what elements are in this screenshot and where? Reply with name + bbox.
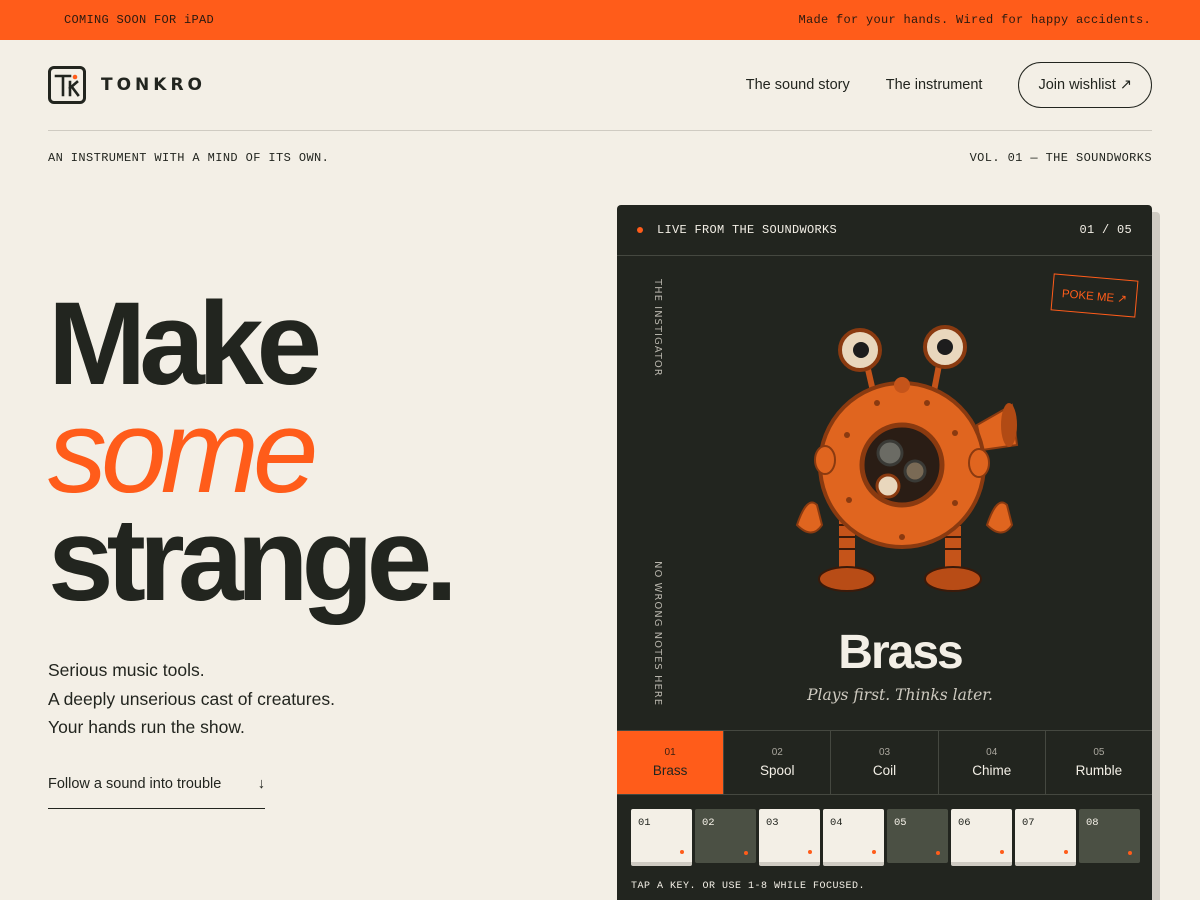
- key-06[interactable]: 06: [951, 809, 1012, 866]
- main-nav: The sound story The instrument Join wish…: [746, 62, 1152, 108]
- hero-sub-line: Serious music tools.: [48, 660, 205, 680]
- site-header: TONKRO The sound story The instrument Jo…: [48, 40, 1152, 131]
- creature-tab-spool[interactable]: 02 Spool: [724, 731, 832, 794]
- creature-panel: LIVE FROM THE SOUNDWORKS 01 / 05 THE INS…: [617, 205, 1152, 900]
- creature-tab-coil[interactable]: 03 Coil: [831, 731, 939, 794]
- tab-label: Coil: [872, 763, 897, 778]
- announcement-right: Made for your hands. Wired for happy acc…: [798, 13, 1151, 27]
- live-dot-icon: [637, 227, 643, 233]
- nav-sound-story[interactable]: The sound story: [746, 77, 850, 93]
- poke-me-button[interactable]: POKE ME ↗: [1050, 273, 1139, 318]
- tagline-left: AN INSTRUMENT WITH A MIND OF ITS OWN.: [48, 151, 330, 165]
- key-label: 06: [958, 817, 971, 829]
- hero-line-make: Make: [48, 278, 322, 410]
- follow-sound-label: Follow a sound into trouble: [48, 776, 222, 792]
- volume-label: VOL. 01 — THE SOUNDWORKS: [969, 151, 1152, 165]
- key-04[interactable]: 04: [823, 809, 884, 866]
- hero-line-strange: strange.: [48, 494, 458, 626]
- hero-heading: Make some strange.: [48, 278, 458, 626]
- tab-label: Chime: [972, 763, 1012, 778]
- poke-me-label: POKE ME ↗: [1061, 287, 1128, 306]
- tagline-row: AN INSTRUMENT WITH A MIND OF ITS OWN. VO…: [48, 151, 1152, 165]
- creature-tab-chime[interactable]: 04 Chime: [939, 731, 1046, 794]
- tab-number: 04: [986, 747, 998, 758]
- follow-sound-link[interactable]: Follow a sound into trouble ↓: [48, 776, 265, 809]
- creature-tab-brass[interactable]: 01 Brass: [617, 731, 725, 794]
- key-02[interactable]: 02: [695, 809, 756, 863]
- live-indicator: LIVE FROM THE SOUNDWORKS: [637, 223, 837, 237]
- brand-name: TONKRO: [101, 75, 206, 95]
- brand-link[interactable]: TONKRO: [48, 66, 206, 104]
- creature-name: Brass: [838, 626, 963, 679]
- key-dot-icon: [1064, 850, 1068, 854]
- tk-monogram-logo: [48, 66, 86, 104]
- live-label: LIVE FROM THE SOUNDWORKS: [657, 223, 838, 237]
- key-dot-icon: [808, 850, 812, 854]
- key-05[interactable]: 05: [887, 809, 948, 863]
- creature-tagline: Plays first. Thinks later.: [807, 686, 993, 704]
- key-dot-icon: [680, 850, 684, 854]
- tab-label: Brass: [652, 763, 688, 778]
- key-dot-icon: [1000, 850, 1004, 854]
- panel-header: LIVE FROM THE SOUNDWORKS 01 / 05: [617, 205, 1152, 256]
- creature-counter: 01 / 05: [1079, 223, 1132, 237]
- key-dot-icon: [744, 851, 748, 855]
- hero-sub-line: Your hands run the show.: [48, 717, 245, 737]
- arrow-down-icon: ↓: [257, 776, 265, 792]
- vertical-label-top: THE INSTIGATOR: [652, 279, 663, 377]
- keyboard: 01 02 03 04 05 06 07 08: [631, 809, 1140, 866]
- key-dot-icon: [936, 851, 940, 855]
- tab-number: 03: [878, 747, 891, 758]
- key-label: 07: [1022, 817, 1035, 829]
- join-wishlist-label: Join wishlist ↗: [1038, 77, 1132, 93]
- hero-subtitle: Serious music tools. A deeply unserious …: [48, 656, 335, 742]
- key-label: 02: [702, 817, 715, 829]
- creature-tab-rumble[interactable]: 05 Rumble: [1046, 731, 1152, 794]
- announcement-bar: COMING SOON FOR iPAD Made for your hands…: [0, 0, 1200, 40]
- key-03[interactable]: 03: [759, 809, 820, 866]
- tab-number: 05: [1093, 747, 1105, 758]
- key-07[interactable]: 07: [1015, 809, 1076, 866]
- hero-line-some: some: [48, 386, 319, 518]
- key-08[interactable]: 08: [1079, 809, 1140, 863]
- tab-label: Rumble: [1075, 763, 1123, 778]
- announcement-left: COMING SOON FOR iPAD: [64, 13, 215, 27]
- nav-instrument[interactable]: The instrument: [886, 77, 983, 93]
- tab-label: Spool: [760, 763, 795, 778]
- key-label: 08: [1086, 817, 1099, 829]
- tab-number: 02: [771, 747, 783, 758]
- creature-tabs: 01 Brass 02 Spool 03 Coil 04 Chime 05 Ru…: [617, 730, 1152, 795]
- tab-number: 01: [664, 747, 676, 758]
- key-label: 04: [830, 817, 843, 829]
- key-dot-icon: [1128, 851, 1132, 855]
- hero-sub-line: A deeply unserious cast of creatures.: [48, 688, 335, 709]
- key-label: 01: [638, 817, 651, 829]
- key-dot-icon: [872, 850, 876, 854]
- key-01[interactable]: 01: [631, 809, 692, 866]
- keyboard-hint: TAP A KEY. OR USE 1-8 WHILE FOCUSED.: [631, 881, 866, 892]
- join-wishlist-button[interactable]: Join wishlist ↗: [1018, 62, 1152, 108]
- key-label: 03: [766, 817, 779, 829]
- key-label: 05: [894, 817, 907, 829]
- brass-creature-illustration[interactable]: [787, 325, 1027, 595]
